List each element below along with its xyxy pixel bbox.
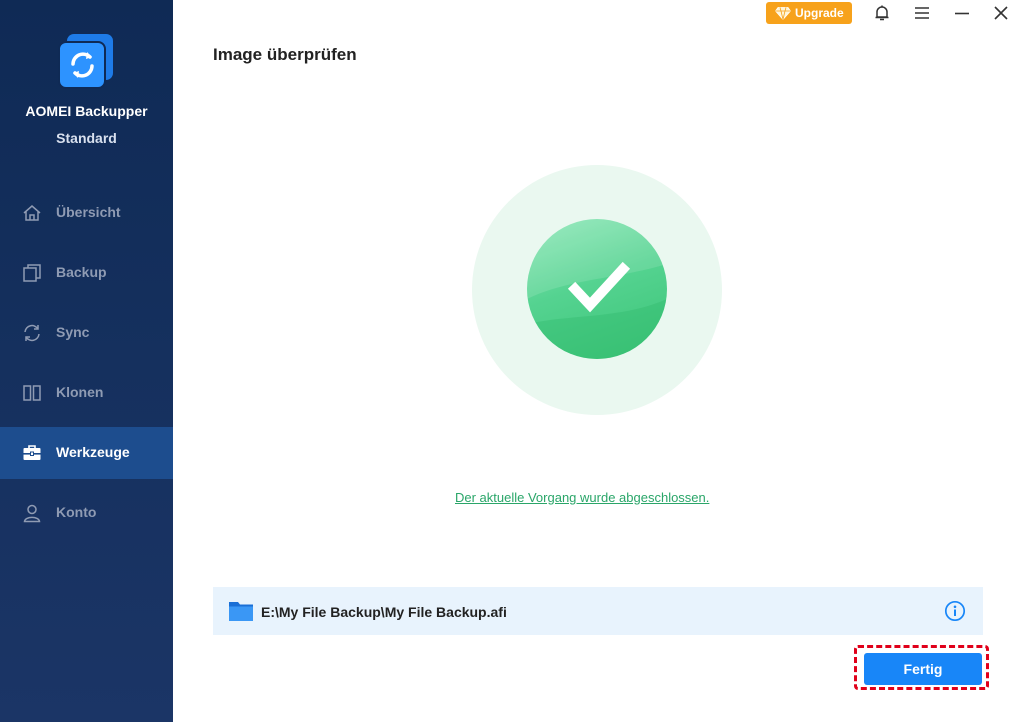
diamond-icon	[775, 6, 791, 20]
sidebar-item-label: Konto	[56, 504, 97, 520]
success-circle	[527, 219, 667, 359]
bell-icon[interactable]	[873, 4, 891, 22]
sidebar-item-konto[interactable]: Konto	[0, 487, 173, 539]
finish-label: Fertig	[903, 661, 943, 677]
clone-icon	[23, 385, 41, 401]
app-name: AOMEI Backupper	[25, 103, 148, 119]
sidebar-item-klonen[interactable]: Klonen	[0, 367, 173, 419]
sidebar-item-backup[interactable]: Backup	[0, 247, 173, 299]
file-path: E:\My File Backup\My File Backup.afi	[261, 604, 507, 620]
sidebar-item-werkzeuge[interactable]: Werkzeuge	[0, 427, 173, 479]
minimize-icon[interactable]	[953, 4, 971, 22]
info-icon[interactable]	[944, 600, 966, 622]
sidebar-item-label: Übersicht	[56, 204, 121, 220]
folder-icon	[229, 602, 253, 621]
upgrade-button[interactable]: Upgrade	[766, 2, 852, 24]
sidebar-item-label: Backup	[56, 264, 107, 280]
sidebar-item-label: Werkzeuge	[56, 444, 130, 460]
sync-icon	[24, 324, 40, 342]
finish-button[interactable]: Fertig	[864, 653, 982, 685]
sidebar-item-label: Klonen	[56, 384, 104, 400]
menu-icon[interactable]	[913, 4, 931, 22]
sidebar: AOMEI Backupper Standard Übersicht Backu…	[0, 0, 173, 722]
sidebar-item-sync[interactable]: Sync	[0, 307, 173, 359]
sidebar-item-uebersicht[interactable]: Übersicht	[0, 187, 173, 239]
page-title: Image überprüfen	[213, 45, 357, 64]
copy-icon	[23, 264, 41, 282]
sync-logo-icon	[58, 34, 113, 89]
close-icon[interactable]	[992, 4, 1010, 22]
user-icon	[23, 504, 41, 523]
checkmark-icon	[527, 219, 667, 359]
app-edition: Standard	[56, 130, 117, 146]
sidebar-item-label: Sync	[56, 324, 90, 340]
status-message-link[interactable]: Der aktuelle Vorgang wurde abgeschlossen…	[455, 490, 709, 505]
home-icon	[23, 205, 41, 221]
upgrade-label: Upgrade	[795, 6, 844, 20]
file-info-bar: E:\My File Backup\My File Backup.afi	[213, 587, 983, 635]
toolbox-icon	[23, 445, 41, 460]
